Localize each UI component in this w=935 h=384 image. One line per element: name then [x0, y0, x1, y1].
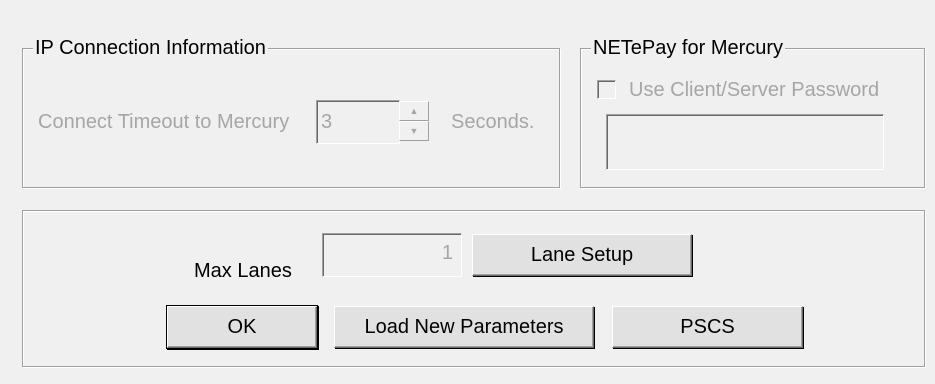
max-lanes-label: Max Lanes [194, 260, 292, 282]
pscs-label: PSCS [680, 315, 735, 338]
ip-connection-group: IP Connection Information Connect Timeou… [22, 35, 560, 188]
lanes-group: Max Lanes 1 Lane Setup OK Load New Param… [22, 210, 925, 367]
use-password-label[interactable]: Use Client/Server Password [629, 77, 879, 103]
spin-up-icon: ▲ [409, 106, 419, 116]
seconds-label: Seconds. [451, 111, 535, 133]
ip-connection-group-title: IP Connection Information [33, 35, 268, 61]
connect-timeout-field[interactable]: 3 [316, 100, 400, 144]
max-lanes-field[interactable]: 1 [322, 233, 462, 277]
connect-timeout-value: 3 [321, 111, 333, 133]
load-new-parameters-label: Load New Parameters [364, 315, 564, 338]
password-input[interactable] [606, 114, 884, 170]
max-lanes-value: 1 [441, 242, 453, 264]
lane-setup-label: Lane Setup [530, 243, 634, 266]
netepay-group: NETePay for Mercury Use Client/Server Pa… [580, 35, 925, 188]
pscs-button[interactable]: PSCS [612, 306, 803, 348]
settings-dialog: IP Connection Information Connect Timeou… [0, 0, 935, 384]
lane-setup-button[interactable]: Lane Setup [472, 234, 692, 276]
load-new-parameters-button[interactable]: Load New Parameters [334, 306, 594, 348]
timeout-spin-down-button[interactable]: ▼ [399, 121, 429, 141]
use-password-checkbox[interactable] [597, 80, 616, 99]
spin-down-icon: ▼ [409, 126, 419, 136]
netepay-group-title: NETePay for Mercury [591, 35, 786, 61]
connect-timeout-label: Connect Timeout to Mercury [38, 111, 290, 133]
ok-label: OK [227, 315, 257, 338]
ok-button[interactable]: OK [167, 306, 317, 348]
timeout-spin-up-button[interactable]: ▲ [399, 101, 429, 121]
